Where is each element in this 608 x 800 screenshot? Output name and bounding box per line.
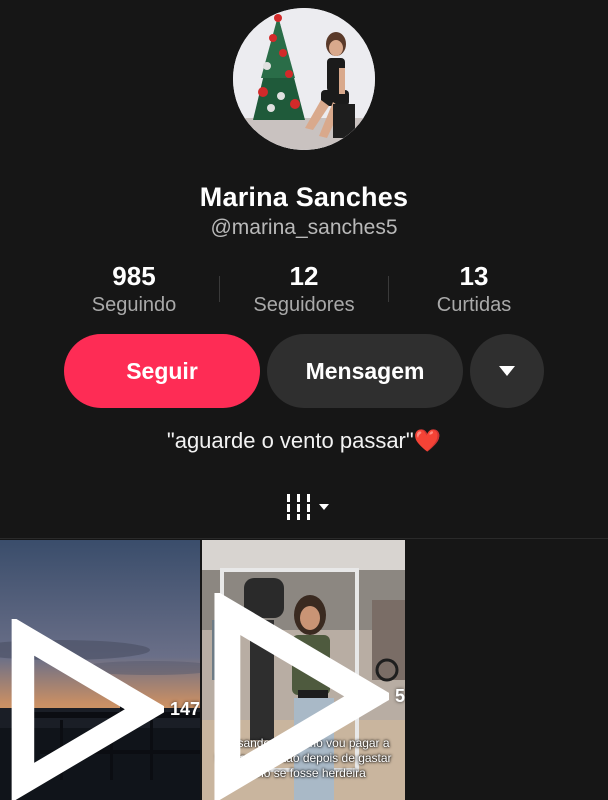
profile-avatar[interactable] [233,8,375,150]
video-thumbnail[interactable]: pensando em como vou pagar a fatura do c… [202,540,405,800]
stat-followers-count: 12 [289,261,319,291]
stat-following[interactable]: 985 Seguindo [59,262,209,317]
video-thumbnail[interactable]: 147 [0,540,200,800]
profile-bio: "aguarde o vento passar"❤️ [0,428,608,454]
stat-likes-label: Curtidas [436,294,512,316]
grid-icon [287,494,310,520]
view-count: 5 [208,593,405,800]
tab-divider [0,538,608,539]
stat-followers[interactable]: 12 Seguidores [229,262,379,317]
stat-likes-count: 13 [459,261,489,291]
play-icon [11,619,164,800]
stat-likes[interactable]: 13 Curtidas [399,262,549,317]
view-count: 147 [6,619,200,800]
stat-following-count: 985 [112,261,156,291]
profile-handle: @marina_sanches5 [210,216,398,239]
message-button[interactable]: Mensagem [267,334,463,408]
play-icon [214,593,389,800]
tab-videos-grid[interactable] [285,490,335,524]
stat-followers-label: Seguidores [253,294,355,316]
follow-button[interactable]: Seguir [64,334,260,408]
bio-text: "aguarde o vento passar" [166,428,414,453]
chevron-down-icon [499,366,515,376]
stat-divider [388,276,389,302]
view-count-text: 5 [394,686,405,707]
view-count-text: 147 [169,699,200,720]
caret-down-icon [319,504,329,510]
stat-following-label: Seguindo [91,294,177,316]
profile-name: Marina Sanches [199,182,409,212]
avatar-photo [233,8,375,150]
heart-emoji: ❤️ [413,428,442,453]
stat-divider [219,276,220,302]
more-options-button[interactable] [470,334,544,408]
